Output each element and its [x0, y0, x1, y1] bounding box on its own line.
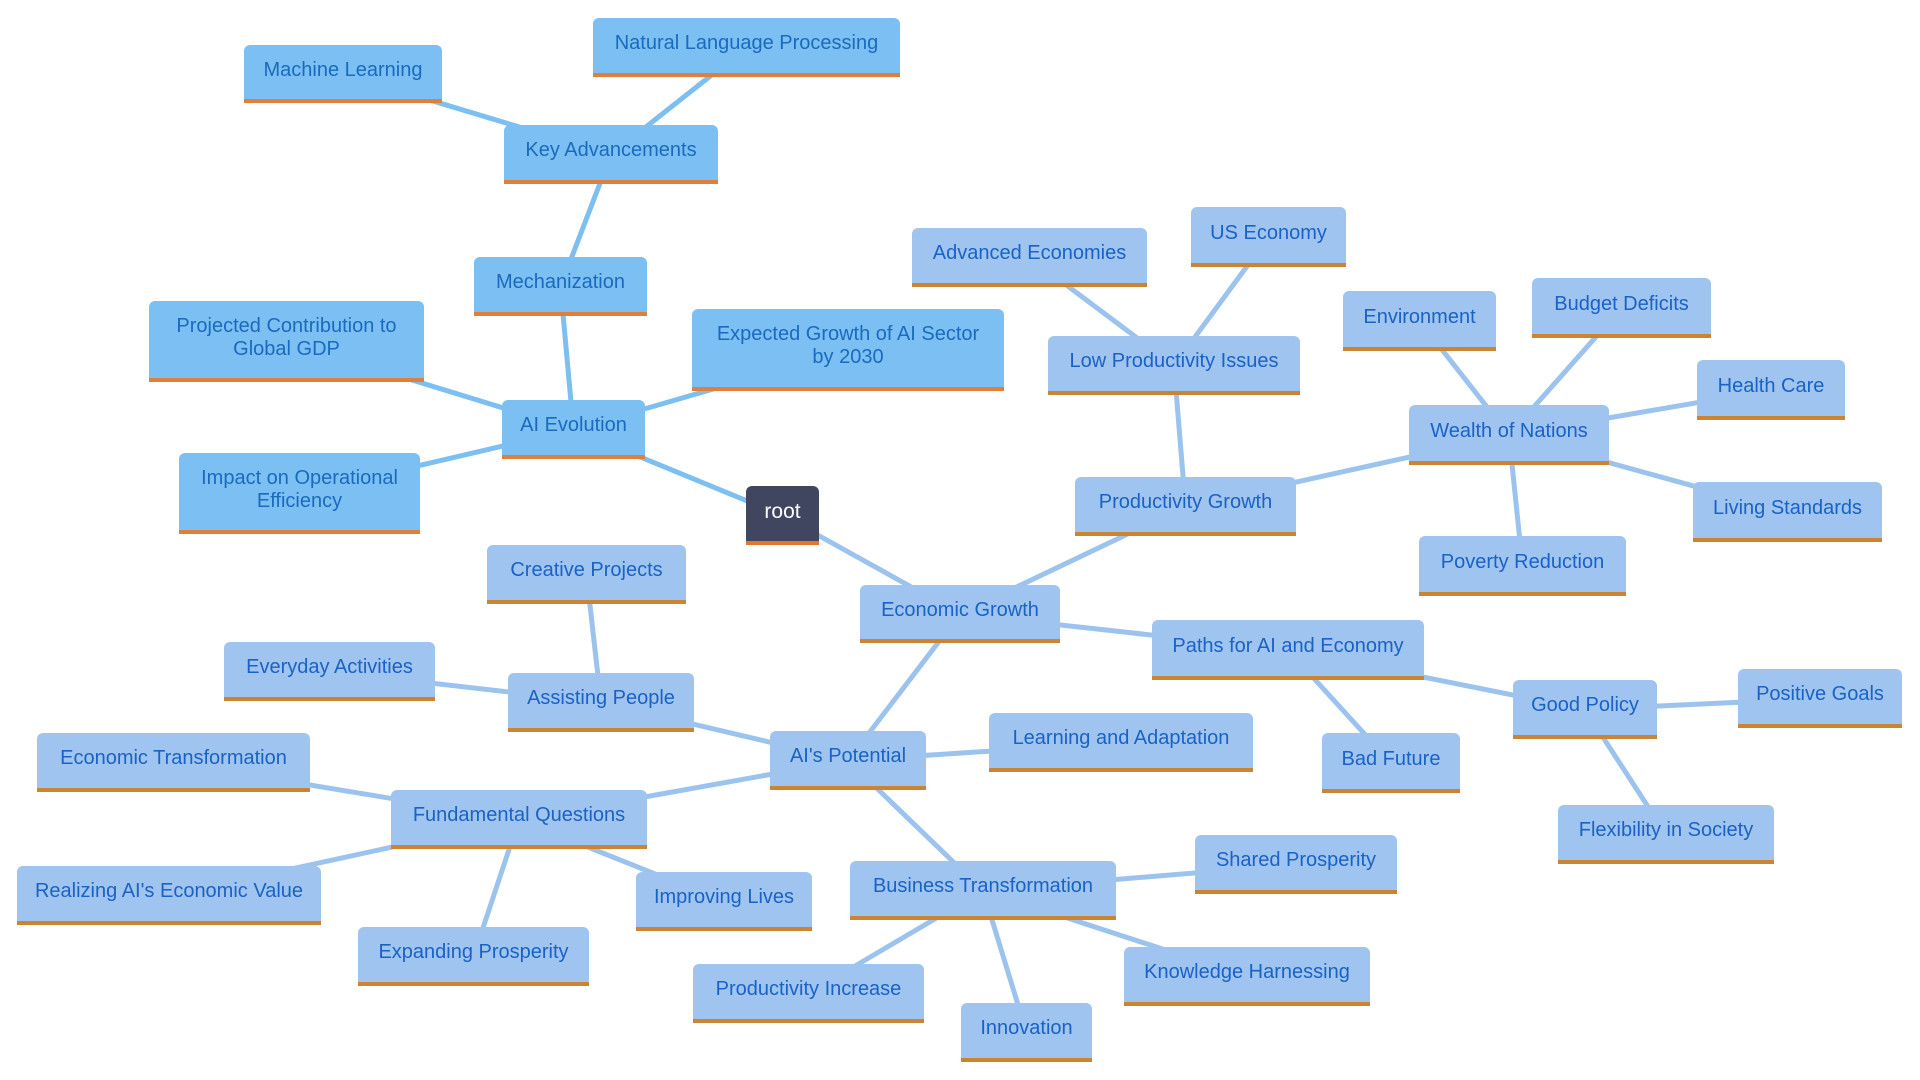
node-label: Low Productivity Issues: [1069, 350, 1279, 372]
node-advanced-economies[interactable]: Advanced Economies: [912, 228, 1147, 287]
node-flexibility-society[interactable]: Flexibility in Society: [1558, 805, 1774, 864]
node-label: Key Advancements: [525, 139, 697, 161]
node-innovation[interactable]: Innovation: [961, 1003, 1092, 1062]
node-key-advancements[interactable]: Key Advancements: [504, 125, 718, 184]
node-ais-potential[interactable]: AI's Potential: [770, 731, 926, 790]
node-positive-goals[interactable]: Positive Goals: [1738, 669, 1902, 728]
node-living-standards[interactable]: Living Standards: [1693, 482, 1882, 542]
node-label: Knowledge Harnessing: [1144, 961, 1350, 983]
node-label: Productivity Increase: [715, 978, 902, 1000]
node-label: Creative Projects: [510, 559, 663, 581]
node-label: Innovation: [980, 1017, 1073, 1039]
node-label: Bad Future: [1341, 747, 1441, 770]
node-label: Assisting People: [527, 687, 675, 709]
node-ai-evolution[interactable]: AI Evolution: [502, 400, 645, 459]
node-label: Shared Prosperity: [1215, 849, 1377, 871]
node-nlp[interactable]: Natural Language Processing: [593, 18, 900, 77]
node-environment[interactable]: Environment: [1343, 291, 1496, 351]
node-label: Flexibility in Society: [1578, 819, 1754, 841]
node-label: Projected Contribution to Global GDP: [176, 314, 397, 360]
node-label: Economic Transformation: [60, 747, 287, 769]
node-label: AI's Potential: [789, 745, 907, 767]
node-label: Expected Growth of AI Sector by 2030: [716, 323, 980, 368]
node-fundamental-questions[interactable]: Fundamental Questions: [391, 790, 647, 849]
node-label: Economic Growth: [881, 598, 1039, 621]
node-everyday-activities[interactable]: Everyday Activities: [224, 642, 435, 701]
node-poverty-reduction[interactable]: Poverty Reduction: [1419, 536, 1626, 596]
node-label: Living Standards: [1713, 496, 1862, 519]
node-budget-deficits[interactable]: Budget Deficits: [1532, 278, 1711, 338]
node-economic-transformation[interactable]: Economic Transformation: [37, 733, 310, 792]
node-low-productivity[interactable]: Low Productivity Issues: [1048, 336, 1300, 395]
node-improving-lives[interactable]: Improving Lives: [636, 872, 812, 931]
node-creative-projects[interactable]: Creative Projects: [487, 545, 686, 604]
node-label: Realizing AI's Economic Value: [34, 880, 304, 902]
node-shared-prosperity[interactable]: Shared Prosperity: [1195, 835, 1397, 894]
node-label: Good Policy: [1531, 694, 1639, 716]
node-learning-adaptation[interactable]: Learning and Adaptation: [989, 713, 1253, 772]
node-label: Positive Goals: [1756, 683, 1884, 705]
node-label: Poverty Reduction: [1440, 550, 1605, 573]
node-label: Fundamental Questions: [412, 804, 626, 826]
node-health-care[interactable]: Health Care: [1697, 360, 1845, 420]
node-label: Mechanization: [496, 271, 625, 293]
node-assisting-people[interactable]: Assisting People: [508, 673, 694, 732]
node-good-policy[interactable]: Good Policy: [1513, 680, 1657, 739]
node-bad-future[interactable]: Bad Future: [1322, 733, 1460, 793]
node-expanding-prosperity[interactable]: Expanding Prosperity: [358, 927, 589, 986]
node-productivity-increase[interactable]: Productivity Increase: [693, 964, 924, 1023]
node-mechanization[interactable]: Mechanization: [474, 257, 647, 316]
node-productivity-growth[interactable]: Productivity Growth: [1075, 477, 1296, 536]
node-label: Productivity Growth: [1098, 491, 1273, 513]
node-knowledge-harnessing[interactable]: Knowledge Harnessing: [1124, 947, 1370, 1006]
node-label: Environment: [1363, 305, 1476, 328]
node-label: Learning and Adaptation: [1012, 727, 1230, 749]
node-wealth-of-nations[interactable]: Wealth of Nations: [1409, 405, 1609, 465]
node-expected-growth[interactable]: Expected Growth of AI Sector by 2030: [692, 309, 1004, 391]
node-paths-ai-economy[interactable]: Paths for AI and Economy: [1152, 620, 1424, 680]
node-label: Wealth of Nations: [1430, 419, 1588, 442]
node-root[interactable]: root: [746, 486, 819, 545]
node-label: Budget Deficits: [1554, 292, 1689, 315]
node-business-transformation[interactable]: Business Transformation: [850, 861, 1116, 920]
node-label: Machine Learning: [263, 58, 423, 81]
node-us-economy[interactable]: US Economy: [1191, 207, 1346, 267]
node-label: Improving Lives: [653, 886, 795, 908]
node-label: Paths for AI and Economy: [1172, 634, 1404, 657]
mindmap-canvas: root AI Evolution Mechanization Key Advance…: [0, 0, 1920, 1080]
node-impact-operational[interactable]: Impact on Operational Efficiency: [179, 453, 420, 534]
node-machine-learning[interactable]: Machine Learning: [244, 45, 442, 103]
node-economic-growth[interactable]: Economic Growth: [860, 585, 1060, 643]
node-label: Advanced Economies: [932, 242, 1127, 264]
node-realizing-value[interactable]: Realizing AI's Economic Value: [17, 866, 321, 925]
node-label: Impact on Operational Efficiency: [201, 466, 398, 512]
node-label: US Economy: [1210, 221, 1327, 244]
node-projected-contribution[interactable]: Projected Contribution to Global GDP: [149, 301, 424, 382]
node-label: root: [764, 500, 801, 523]
node-label: Expanding Prosperity: [378, 941, 569, 963]
node-label: Everyday Activities: [246, 656, 413, 678]
node-label: Health Care: [1717, 374, 1825, 397]
node-label: Business Transformation: [872, 875, 1094, 897]
node-label: AI Evolution: [520, 414, 627, 436]
node-label: Natural Language Processing: [614, 32, 879, 54]
